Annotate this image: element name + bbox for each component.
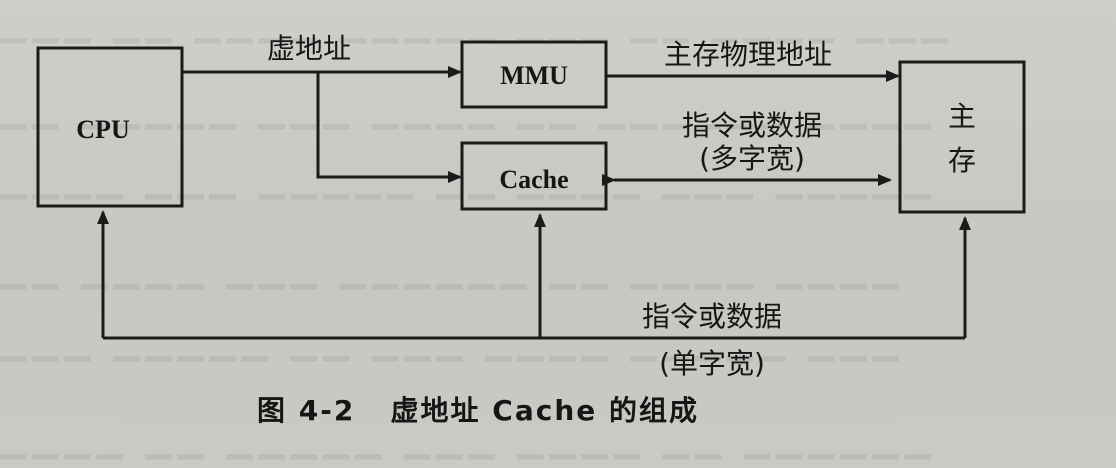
multi-word-label-line2: (多字宽) <box>699 142 805 175</box>
cache-label: Cache <box>499 165 568 194</box>
single-word-label-line2: (单字宽) <box>659 347 765 380</box>
figure-caption: 图 4-2 虚地址 Cache 的组成 <box>257 394 699 427</box>
main-memory-label-line2: 存 <box>948 144 976 177</box>
main-memory-box <box>898 60 1026 214</box>
mmu-label: MMU <box>500 61 568 90</box>
single-word-label-line1: 指令或数据 <box>642 300 782 333</box>
main-memory-label-line1: 主 <box>948 100 976 133</box>
cpu-label: CPU <box>76 115 130 144</box>
multi-word-label-line1: 指令或数据 <box>682 109 822 142</box>
physical-address-label: 主存物理地址 <box>664 38 832 71</box>
virtual-address-to-cache-arrow <box>316 72 462 183</box>
virtual-address-label: 虚地址 <box>267 32 351 65</box>
diagram-svg: CPU MMU Cache 主 存 虚地址 主存物理地址 指令或数据 (多字宽)… <box>36 32 1026 427</box>
scanned-page: ▁▁▁ ▁▁ ▁▁▁▁ ▁▁▁▁▁ ▁▁▁ ▁▁ ▁▁▁▁ ▁▁▁ ▁▁ ▁▁▁… <box>0 0 1116 468</box>
